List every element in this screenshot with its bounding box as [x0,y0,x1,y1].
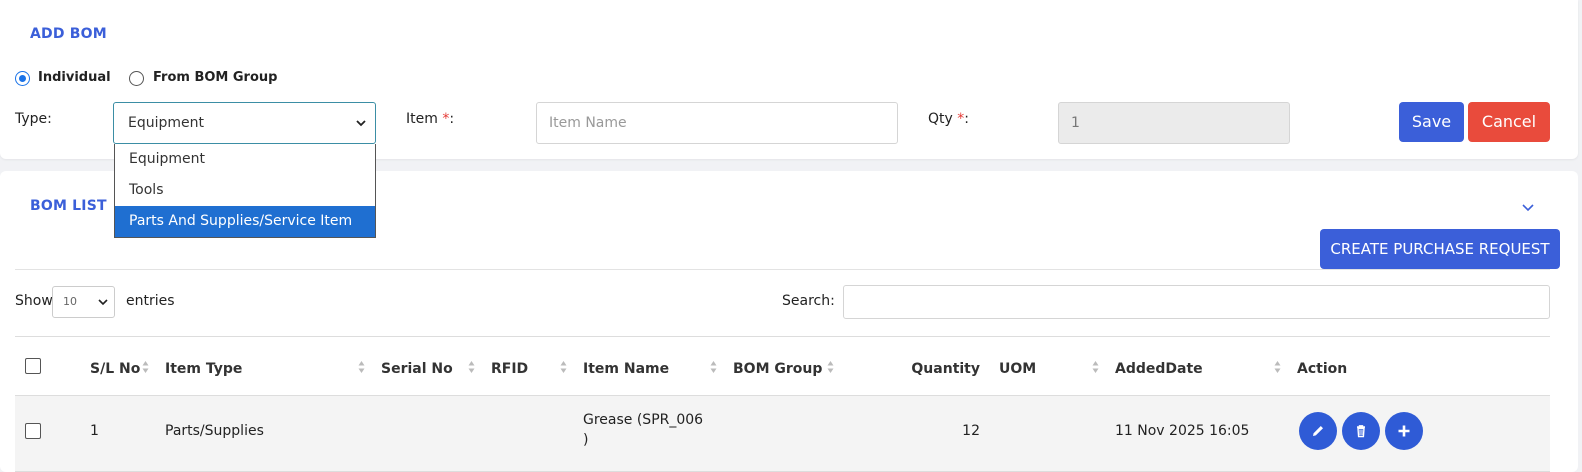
qty-label: Qty *: [928,111,969,127]
row-added-date: 11 Nov 2025 16:05 [1115,423,1250,439]
row-checkbox[interactable] [25,423,41,439]
sort-icon[interactable] [358,359,365,375]
collapse-chevron-icon[interactable] [1521,200,1535,214]
item-label: Item *: [406,111,455,127]
entries-label: entries [126,293,175,309]
type-option-tools[interactable]: Tools [115,175,375,206]
pencil-icon [1313,426,1323,436]
cancel-button[interactable]: Cancel [1468,102,1550,142]
chevron-down-icon [98,299,108,306]
row-sl-no: 1 [90,423,99,439]
type-option-parts-supplies[interactable]: Parts And Supplies/Service Item [115,206,375,237]
radio-individual-label[interactable]: Individual [38,70,111,85]
entries-select-value: 10 [63,295,77,308]
radio-from-bom-group-label[interactable]: From BOM Group [153,70,277,85]
divider [15,269,1550,270]
radio-from-bom-group[interactable] [129,71,144,86]
bom-list-title: BOM LIST [30,198,107,214]
sort-icon[interactable] [1274,359,1281,375]
create-purchase-request-button[interactable]: CREATE PURCHASE REQUEST [1320,229,1560,269]
sort-icon[interactable] [468,359,475,375]
sort-icon[interactable] [142,359,149,375]
save-button[interactable]: Save [1399,102,1464,142]
chevron-down-icon [356,120,366,127]
edit-button[interactable] [1299,412,1337,450]
col-bom-group[interactable]: BOM Group [733,361,822,377]
col-added-date[interactable]: AddedDate [1115,361,1203,377]
col-serial-no[interactable]: Serial No [381,361,453,377]
row-item-type: Parts/Supplies [165,423,264,439]
type-select[interactable]: Equipment [113,102,376,144]
radio-individual[interactable] [15,71,30,86]
table-header: S/L No Item Type Serial No RFID Item Nam… [15,336,1550,396]
row-item-name-line2: ) [583,432,589,448]
entries-select[interactable]: 10 [52,286,115,318]
delete-button[interactable] [1342,412,1380,450]
add-bom-title: ADD BOM [30,26,107,42]
type-select-value: Equipment [128,115,204,131]
sort-icon[interactable] [1092,359,1099,375]
type-label: Type: [15,111,52,127]
sort-icon[interactable] [710,359,717,375]
search-label: Search: [782,293,835,309]
qty-input[interactable]: 1 [1058,102,1290,144]
sort-icon[interactable] [827,359,834,375]
show-label: Show [15,293,53,309]
type-dropdown-list: Equipment Tools Parts And Supplies/Servi… [114,144,376,238]
col-uom[interactable]: UOM [999,361,1036,377]
col-quantity[interactable]: Quantity [895,361,980,377]
row-quantity: 12 [962,423,980,439]
type-option-equipment[interactable]: Equipment [115,144,375,175]
col-item-name[interactable]: Item Name [583,361,669,377]
search-input[interactable] [843,285,1550,319]
item-name-input[interactable]: Item Name [536,102,898,144]
bom-table: S/L No Item Type Serial No RFID Item Nam… [15,336,1550,472]
add-bom-card: ADD BOM Individual From BOM Group Type: … [0,0,1578,159]
col-sl-no[interactable]: S/L No [90,361,140,377]
row-item-name-line1: Grease (SPR_006 [583,412,704,428]
sort-icon[interactable] [560,359,567,375]
col-rfid[interactable]: RFID [491,361,528,377]
col-action: Action [1297,361,1348,377]
select-all-checkbox[interactable] [25,358,41,374]
add-button[interactable] [1385,412,1423,450]
col-item-type[interactable]: Item Type [165,361,242,377]
trash-icon [1357,425,1365,438]
plus-icon [1398,425,1410,437]
